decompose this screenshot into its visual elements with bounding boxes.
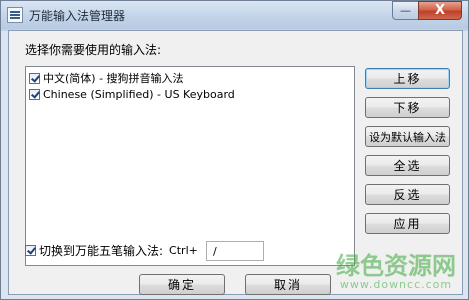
cancel-button[interactable]: 取消 <box>245 274 331 295</box>
app-icon <box>7 7 23 23</box>
watermark: 绿色资源网 www.downcc.com <box>336 253 456 291</box>
item-checkbox[interactable] <box>29 88 40 100</box>
item-label: 中文(简体) - 搜狗拼音输入法 <box>43 72 184 85</box>
input-method-manager-window: 万能输入法管理器 — X 选择你需要使用的输入法: 中文(简体) - 搜狗拼音输… <box>0 0 469 300</box>
list-item[interactable]: 中文(简体) - 搜狗拼音输入法 <box>26 70 354 86</box>
shortcut-label: 切换到万能五笔输入法: <box>39 243 164 258</box>
window-title: 万能输入法管理器 <box>29 9 126 23</box>
close-button[interactable]: X <box>418 1 462 20</box>
item-checkbox[interactable] <box>29 72 40 84</box>
shortcut-checkbox[interactable] <box>25 244 36 256</box>
list-item[interactable]: Chinese (Simplified) - US Keyboard <box>26 86 354 102</box>
watermark-text: 绿色资源网 <box>336 252 456 280</box>
move-up-button[interactable]: 上移 <box>365 68 450 89</box>
item-label: Chinese (Simplified) - US Keyboard <box>43 87 235 101</box>
shortcut-key-input[interactable] <box>206 241 264 261</box>
window-controls: — X <box>392 1 462 21</box>
input-method-list[interactable]: 中文(简体) - 搜狗拼音输入法 Chinese (Simplified) - … <box>25 66 355 266</box>
title-bar[interactable]: 万能输入法管理器 — X <box>1 1 468 29</box>
invert-selection-button[interactable]: 反选 <box>365 184 450 205</box>
apply-button[interactable]: 应用 <box>365 213 450 234</box>
select-all-button[interactable]: 全选 <box>365 155 450 176</box>
set-default-button[interactable]: 设为默认输入法 <box>365 126 450 147</box>
move-down-button[interactable]: 下移 <box>365 97 450 118</box>
watermark-url: www.downcc.com <box>339 278 453 291</box>
prompt-label: 选择你需要使用的输入法: <box>25 43 162 57</box>
shortcut-prefix: Ctrl+ <box>169 243 198 257</box>
shortcut-row: 切换到万能五笔输入法: Ctrl+ <box>25 241 198 259</box>
minimize-button[interactable]: — <box>392 1 418 20</box>
ok-button[interactable]: 确定 <box>139 274 225 295</box>
